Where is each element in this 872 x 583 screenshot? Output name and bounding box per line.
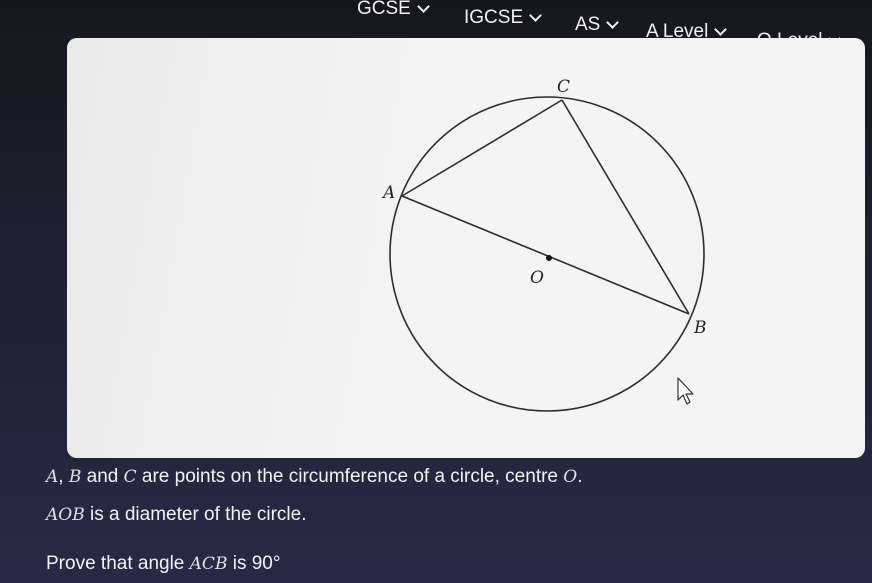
nav-item-gcse[interactable]: GCSE	[357, 0, 430, 20]
label-c: C	[557, 77, 570, 97]
chevron-down-icon	[606, 16, 620, 29]
circle-diagram: C A O B	[381, 77, 707, 412]
chord-ac	[401, 99, 563, 197]
nav-item-label: GCSE	[357, 0, 411, 19]
question-line-2: AOB is a diameter of the circle.	[46, 504, 307, 525]
mouse-pointer-icon	[677, 377, 694, 405]
label-a: A	[381, 183, 395, 203]
question-line-3: Prove that angle ACB is 90°	[46, 553, 281, 574]
centre-point	[546, 255, 552, 261]
page: GCSE IGCSE AS A Level O Level C	[0, 0, 872, 583]
nav-item-label: AS	[575, 14, 601, 35]
circle	[389, 96, 705, 412]
chevron-down-icon	[529, 9, 542, 22]
nav-item-label: IGCSE	[464, 7, 524, 28]
chevron-down-icon	[416, 0, 430, 13]
question-line-1: A, B and C are points on the circumferen…	[46, 466, 583, 487]
chevron-down-icon	[714, 23, 728, 36]
nav-item-igcse[interactable]: IGCSE	[464, 7, 542, 29]
label-b: B	[693, 318, 707, 338]
chord-cb	[561, 99, 690, 315]
diagram-card: C A O B	[67, 38, 865, 458]
label-o: O	[530, 268, 544, 288]
nav-item-as[interactable]: AS	[575, 14, 620, 36]
diameter-ab	[401, 195, 690, 315]
